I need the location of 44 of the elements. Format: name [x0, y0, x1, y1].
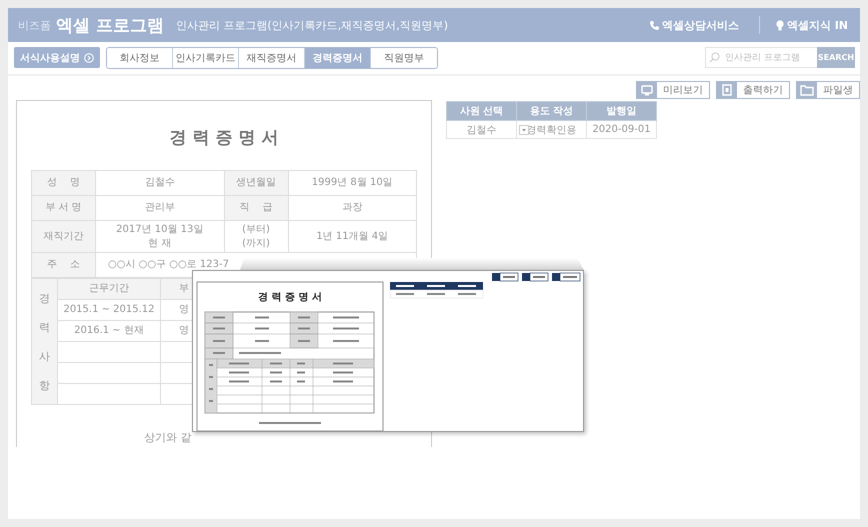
- folder-icon: [800, 84, 814, 96]
- field-value: 관리부: [96, 196, 224, 220]
- table-cell: 2015.1 ~ 2015.12: [58, 300, 160, 320]
- table-cell: 경력확인용: [526, 124, 576, 136]
- column-header: 근무기간: [58, 278, 160, 300]
- monitor-icon: [641, 84, 653, 96]
- field-label: 성 명: [32, 170, 96, 196]
- field-value: 현 재: [147, 236, 172, 250]
- tab[interactable]: 회사정보: [107, 48, 173, 68]
- table-cell: 김철수: [446, 120, 516, 138]
- field-value: (까지): [241, 236, 271, 250]
- column-header: 용도 작성: [516, 102, 586, 120]
- field-value: 1999년 8월 10일: [288, 170, 416, 196]
- field-label: 부 서 명: [32, 196, 96, 220]
- table-cell: 2016.1 ~ 현재: [58, 320, 160, 342]
- app-subtitle: 인사관리 프로그램(인사기록카드,재직증명서,직원명부): [176, 18, 448, 32]
- field-value: 1년 11개월 4일: [288, 220, 416, 252]
- column-header: 사원 선택: [446, 102, 516, 120]
- lightbulb-icon: [776, 20, 784, 30]
- action-button[interactable]: 파일생: [796, 81, 860, 99]
- brand-label: 비즈폼: [18, 18, 51, 32]
- field-value: ○○시 ○○구 ○○로 123-7: [108, 259, 229, 270]
- table-cell: 2020-09-01: [586, 120, 656, 138]
- document-title: 경 력 증 명 서: [168, 127, 280, 150]
- action-button[interactable]: 출력하기: [716, 81, 790, 99]
- search-icon: [709, 52, 720, 63]
- dropdown-icon[interactable]: [519, 125, 529, 135]
- search-field[interactable]: 인사관리 프로그램: [705, 47, 817, 68]
- certification-text: 상기와 같: [144, 431, 192, 444]
- section-label: 경력사항: [39, 290, 50, 394]
- field-label: 생년월일: [224, 170, 288, 196]
- action-button[interactable]: 미리보기: [636, 81, 710, 99]
- field-value: 김철수: [96, 170, 224, 196]
- phone-icon: [648, 20, 659, 30]
- field-label: 주 소: [32, 252, 96, 278]
- field-value: (부터): [241, 222, 271, 236]
- field-value: 과장: [288, 196, 416, 220]
- document-icon: [722, 84, 732, 96]
- field-label: 직 급: [224, 196, 288, 220]
- field-label: 재직기간: [32, 220, 96, 252]
- field-value: 2017년 10월 13일: [115, 222, 204, 236]
- column-header: 발행일: [586, 102, 656, 120]
- app-title: 엑셀 프로그램: [56, 14, 164, 36]
- document-title: 경 력 증 명 서: [257, 292, 323, 304]
